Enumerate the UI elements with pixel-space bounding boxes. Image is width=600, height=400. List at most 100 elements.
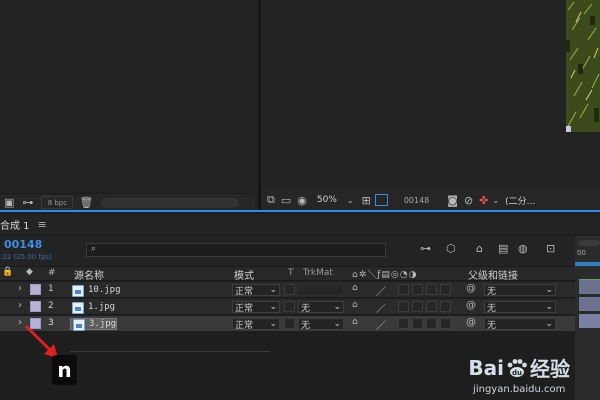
frame-blend-switch[interactable] (412, 301, 423, 312)
fit-icon[interactable]: ⊞ (362, 194, 371, 207)
table-row-selected[interactable]: › 3 3.jpg 正常 ⌄ 无 ⌄ ⌂ ／ @ 无 ⌄ (0, 316, 575, 332)
mask-visibility-icon[interactable]: ◉ (297, 194, 307, 207)
timeline-track-area[interactable]: 00 (575, 236, 600, 400)
fps-label: :22 (25.00 fps) (0, 253, 52, 261)
layer-drop-line (70, 351, 270, 352)
bpc-button[interactable]: 8 bpc (41, 196, 74, 209)
svg-text:du: du (512, 369, 522, 377)
chevron-down-icon: ⌄ (545, 302, 553, 312)
motion-blur-switch[interactable] (426, 318, 437, 329)
pick-whip-icon[interactable]: @ (466, 283, 476, 294)
search-input[interactable]: ⌕ (86, 243, 386, 257)
dragged-footage-icon: n (52, 355, 77, 385)
parent-dropdown[interactable]: 无 ⌄ (484, 318, 556, 331)
expand-chevron-icon[interactable]: › (18, 300, 22, 311)
shy-layers-icon[interactable]: ⌂ (476, 242, 483, 255)
monitor-icon[interactable]: ▭ (281, 194, 291, 207)
viewer-grass-image (566, 0, 600, 132)
composition-viewer (261, 0, 600, 212)
comp-flowchart-icon[interactable]: ⊶ (420, 242, 431, 255)
table-row[interactable]: › 1 10.jpg 正常 ⌄ ⌂ ／ @ 无 ⌄ (0, 282, 575, 298)
motion-blur-switch[interactable] (426, 301, 437, 312)
effect-switch[interactable] (398, 318, 409, 329)
resolution-dropdown[interactable]: (二分... (505, 194, 535, 207)
expand-chevron-icon[interactable]: › (18, 283, 22, 294)
quality-switch-icon[interactable]: ／ (376, 283, 386, 298)
adjustment-switch[interactable] (440, 301, 451, 312)
table-row[interactable]: › 2 1.jpg 正常 ⌄ 无 ⌄ ⌂ ／ @ 无 ⌄ (0, 299, 575, 315)
label-color-swatch[interactable] (30, 301, 41, 312)
chevron-down-icon: ⌄ (545, 319, 553, 329)
time-indicator[interactable] (575, 262, 600, 266)
layer-name[interactable]: 1.jpg (70, 302, 115, 314)
trkmat-empty (298, 284, 344, 296)
timeline-header: 00148 :22 (25.00 fps) ⌕ ⊶ ⬡ ⌂ ▤ ◍ ⊡ (0, 236, 575, 266)
chevron-down-icon[interactable]: ⌄ (347, 196, 354, 205)
trash-icon[interactable]: 🗑 (79, 196, 93, 209)
preserve-transparency-toggle[interactable] (284, 284, 295, 295)
chevron-down-icon: ⌄ (269, 302, 277, 312)
col-source-name[interactable]: 源名称 (74, 267, 104, 282)
zoom-value[interactable]: 50% (317, 195, 337, 205)
layer-bar-1[interactable] (579, 280, 600, 294)
current-frame-field[interactable]: 00148 (404, 196, 429, 205)
flowchart-icon[interactable]: ⊶ (22, 196, 33, 209)
snapshot-region-icon[interactable]: ⧉ (267, 193, 275, 207)
ruler-label: 00 (577, 249, 586, 257)
quality-switch-icon[interactable]: ／ (376, 317, 386, 332)
watermark-brand-2: 经验 (530, 357, 570, 381)
layer-number: 2 (48, 301, 54, 311)
motion-blur-icon[interactable]: ◍ (518, 242, 528, 255)
quality-switch-icon[interactable]: ／ (376, 300, 386, 315)
parent-dropdown[interactable]: 无 ⌄ (484, 284, 556, 297)
mode-dropdown[interactable]: 正常 ⌄ (232, 318, 280, 331)
trkmat-dropdown[interactable]: 无 ⌄ (298, 318, 344, 331)
shy-switch-icon[interactable]: ⌂ (352, 317, 358, 327)
watermark-url: jingyan.baidu.com (473, 384, 566, 395)
watermark-brand: Bai (468, 355, 504, 380)
graph-editor-icon[interactable]: ⊡ (546, 242, 555, 255)
col-mode: 模式 (234, 271, 254, 282)
timecode-display[interactable]: 00148 (4, 238, 42, 251)
effect-switch[interactable] (398, 284, 409, 295)
chevron-down-icon[interactable]: ⌄ (492, 196, 499, 205)
layer-name[interactable]: 10.jpg (70, 285, 121, 297)
trkmat-dropdown[interactable]: 无 ⌄ (298, 301, 344, 314)
panel-menu-icon[interactable]: ≡ (38, 218, 47, 231)
adjustment-switch[interactable] (440, 284, 451, 295)
layer-bar-3[interactable] (579, 314, 600, 328)
channel-color-icon[interactable]: ✤ (479, 194, 488, 207)
chevron-down-icon: ⌄ (545, 285, 553, 295)
frame-blend-switch[interactable] (412, 284, 423, 295)
pick-whip-icon[interactable]: @ (466, 317, 476, 328)
draft-3d-icon[interactable]: ⬡ (446, 242, 456, 255)
work-area-bar[interactable] (578, 240, 600, 246)
parent-dropdown[interactable]: 无 ⌄ (484, 301, 556, 314)
tab-composition[interactable]: 合成 1 (0, 217, 30, 232)
preserve-transparency-toggle[interactable] (284, 301, 295, 312)
label-color-swatch[interactable] (30, 284, 41, 295)
interpret-footage-icon[interactable]: ▣ (4, 196, 14, 209)
region-of-interest-icon[interactable] (374, 194, 388, 206)
motion-blur-switch[interactable] (426, 284, 437, 295)
preserve-transparency-toggle[interactable] (284, 318, 295, 329)
image-file-icon (72, 285, 84, 297)
mode-dropdown[interactable]: 正常 ⌄ (232, 301, 280, 314)
layer-name[interactable]: 3.jpg (70, 318, 118, 331)
frame-blending-icon[interactable]: ▤ (498, 242, 508, 255)
pick-whip-icon[interactable]: @ (466, 300, 476, 311)
project-bottom-bar: ▣ ⊶ 8 bpc 🗑 (0, 193, 255, 211)
chevron-down-icon: ⌄ (269, 285, 277, 295)
image-file-icon (73, 319, 85, 331)
effect-switch[interactable] (398, 301, 409, 312)
col-trkmat: TrkMat (303, 268, 333, 278)
mode-dropdown[interactable]: 正常 ⌄ (232, 284, 280, 297)
layer-bar-2[interactable] (579, 297, 600, 311)
shy-switch-icon[interactable]: ⌂ (352, 283, 358, 293)
adjustment-switch[interactable] (440, 318, 451, 329)
project-scrollbar[interactable] (101, 197, 240, 208)
shy-switch-icon[interactable]: ⌂ (352, 300, 358, 310)
camera-icon[interactable]: ◙ (447, 194, 458, 207)
frame-blend-switch[interactable] (412, 318, 423, 329)
show-snapshot-icon[interactable]: ⊘ (464, 194, 473, 207)
